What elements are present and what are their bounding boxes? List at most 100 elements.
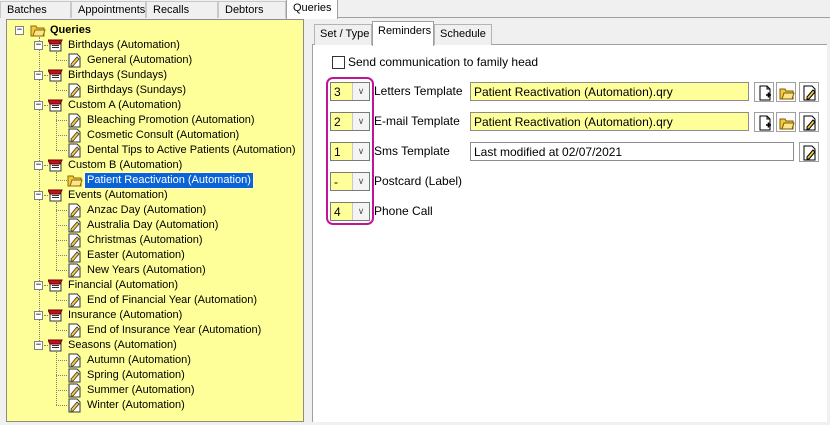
tree-connector (56, 180, 67, 181)
tab-reminders[interactable]: Reminders (372, 21, 434, 46)
chevron-down-icon[interactable]: ∨ (352, 143, 369, 160)
query-group-icon (47, 188, 64, 203)
tree-collapse-group[interactable]: − (34, 281, 43, 290)
folder-open-icon (30, 23, 46, 38)
tree-group[interactable]: Events (Automation) (66, 188, 170, 203)
tree-item[interactable]: Autumn (Automation) (85, 353, 193, 368)
open-folder-icon (779, 118, 795, 130)
query-group-icon (47, 38, 64, 53)
tree-collapse-group[interactable]: − (34, 191, 43, 200)
letters-template-field[interactable]: Patient Reactivation (Automation).qry (470, 82, 749, 101)
tree-item[interactable]: Cosmetic Consult (Automation) (85, 128, 241, 143)
query-document-icon (67, 248, 83, 263)
tree-collapse-group[interactable]: − (34, 101, 43, 110)
tree-connector (56, 322, 57, 330)
tree-item[interactable]: End of Insurance Year (Automation) (85, 323, 263, 338)
family-head-checkbox[interactable] (332, 56, 345, 69)
tree-collapse-group[interactable]: − (34, 71, 43, 80)
tree-connector (56, 405, 67, 406)
tree-group[interactable]: Financial (Automation) (66, 278, 180, 293)
tree-connector (56, 300, 67, 301)
query-document-icon (67, 113, 83, 128)
tree-item[interactable]: Patient Reactivation (Automation) (84, 172, 254, 189)
tree-connector (56, 292, 57, 300)
chevron-down-icon[interactable]: ∨ (352, 113, 369, 130)
tree-item[interactable]: End of Financial Year (Automation) (85, 293, 259, 308)
tree-collapse-root[interactable]: − (15, 26, 24, 35)
tree-item[interactable]: Christmas (Automation) (85, 233, 205, 248)
tree-connector (56, 52, 57, 60)
tab-set-type[interactable]: Set / Type (314, 24, 372, 45)
query-document-icon (67, 203, 83, 218)
tree-collapse-group[interactable]: − (34, 341, 43, 350)
tab-queries[interactable]: Queries (286, 0, 338, 19)
sms-count-value: 1 (334, 145, 341, 159)
query-group-icon (47, 158, 64, 173)
edit-template-button[interactable] (799, 82, 819, 102)
tree-item[interactable]: Anzac Day (Automation) (85, 203, 208, 218)
query-document-icon (67, 233, 83, 248)
tree-collapse-group[interactable]: − (34, 41, 43, 50)
new-document-icon (759, 85, 771, 101)
tree-item[interactable]: Summer (Automation) (85, 383, 197, 398)
tab-batches[interactable]: Batches (0, 1, 71, 18)
email-template-field[interactable]: Patient Reactivation (Automation).qry (470, 112, 749, 131)
new-document-icon (759, 115, 771, 131)
tree-collapse-group[interactable]: − (34, 311, 43, 320)
tree-group[interactable]: Seasons (Automation) (66, 338, 179, 353)
tab-recalls[interactable]: Recalls (146, 1, 218, 18)
open-folder-icon (779, 88, 795, 100)
tree-group[interactable]: Insurance (Automation) (66, 308, 184, 323)
tab-debtors[interactable]: Debtors (218, 1, 286, 18)
tree-item[interactable]: Australia Day (Automation) (85, 218, 220, 233)
phone-call-count-select[interactable]: 4 ∨ (330, 202, 370, 221)
tree-root[interactable]: Queries (48, 23, 93, 38)
tree-group[interactable]: Custom A (Automation) (66, 98, 183, 113)
edit-email-template-button[interactable] (799, 112, 819, 132)
query-details-panel: Set / Type Reminders Schedule Send commu… (312, 19, 827, 422)
chevron-down-icon[interactable]: ∨ (352, 83, 369, 100)
tree-item[interactable]: Spring (Automation) (85, 368, 187, 383)
sms-template-field[interactable]: Last modified at 02/07/2021 (470, 142, 794, 161)
query-tree[interactable]: − Queries − Birthdays (Automation) General (… (6, 19, 304, 422)
query-document-icon (67, 398, 83, 413)
query-document-icon (67, 83, 83, 98)
tree-connector (56, 270, 67, 271)
tree-group[interactable]: Birthdays (Sundays) (66, 68, 169, 83)
query-group-icon (47, 338, 64, 353)
tree-connector (56, 360, 67, 361)
postcard-count-select[interactable]: - ∨ (330, 172, 370, 191)
tree-group[interactable]: Birthdays (Automation) (66, 38, 182, 53)
new-template-button[interactable] (754, 82, 774, 102)
open-email-template-button[interactable] (776, 112, 796, 132)
query-group-icon (47, 278, 64, 293)
tree-connector (56, 135, 67, 136)
query-document-icon (67, 263, 83, 278)
tree-item[interactable]: Easter (Automation) (85, 248, 187, 263)
tree-item[interactable]: Winter (Automation) (85, 398, 187, 413)
query-document-icon (67, 323, 83, 338)
tree-item[interactable]: General (Automation) (85, 53, 194, 68)
email-count-select[interactable]: 2 ∨ (330, 112, 370, 131)
tree-collapse-group[interactable]: − (34, 161, 43, 170)
tab-schedule[interactable]: Schedule (434, 24, 492, 45)
query-document-icon (67, 218, 83, 233)
tree-connector (56, 390, 67, 391)
edit-sms-template-button[interactable] (799, 142, 819, 162)
tree-connector (56, 90, 67, 91)
tree-connector (56, 82, 57, 90)
tree-item[interactable]: New Years (Automation) (85, 263, 208, 278)
chevron-down-icon[interactable]: ∨ (352, 203, 369, 220)
chevron-down-icon[interactable]: ∨ (352, 173, 369, 190)
tree-item[interactable]: Dental Tips to Active Patients (Automati… (85, 143, 298, 158)
open-template-button[interactable] (776, 82, 796, 102)
tree-item[interactable]: Birthdays (Sundays) (85, 83, 188, 98)
tree-group[interactable]: Custom B (Automation) (66, 158, 184, 173)
new-email-template-button[interactable] (754, 112, 774, 132)
tab-appointments[interactable]: Appointments (71, 1, 146, 18)
top-tab-bar: Batches Appointments Recalls Debtors Que… (0, 0, 830, 19)
letters-count-select[interactable]: 3 ∨ (330, 82, 370, 101)
tree-connector (56, 210, 67, 211)
tree-item[interactable]: Bleaching Promotion (Automation) (85, 113, 257, 128)
sms-count-select[interactable]: 1 ∨ (330, 142, 370, 161)
